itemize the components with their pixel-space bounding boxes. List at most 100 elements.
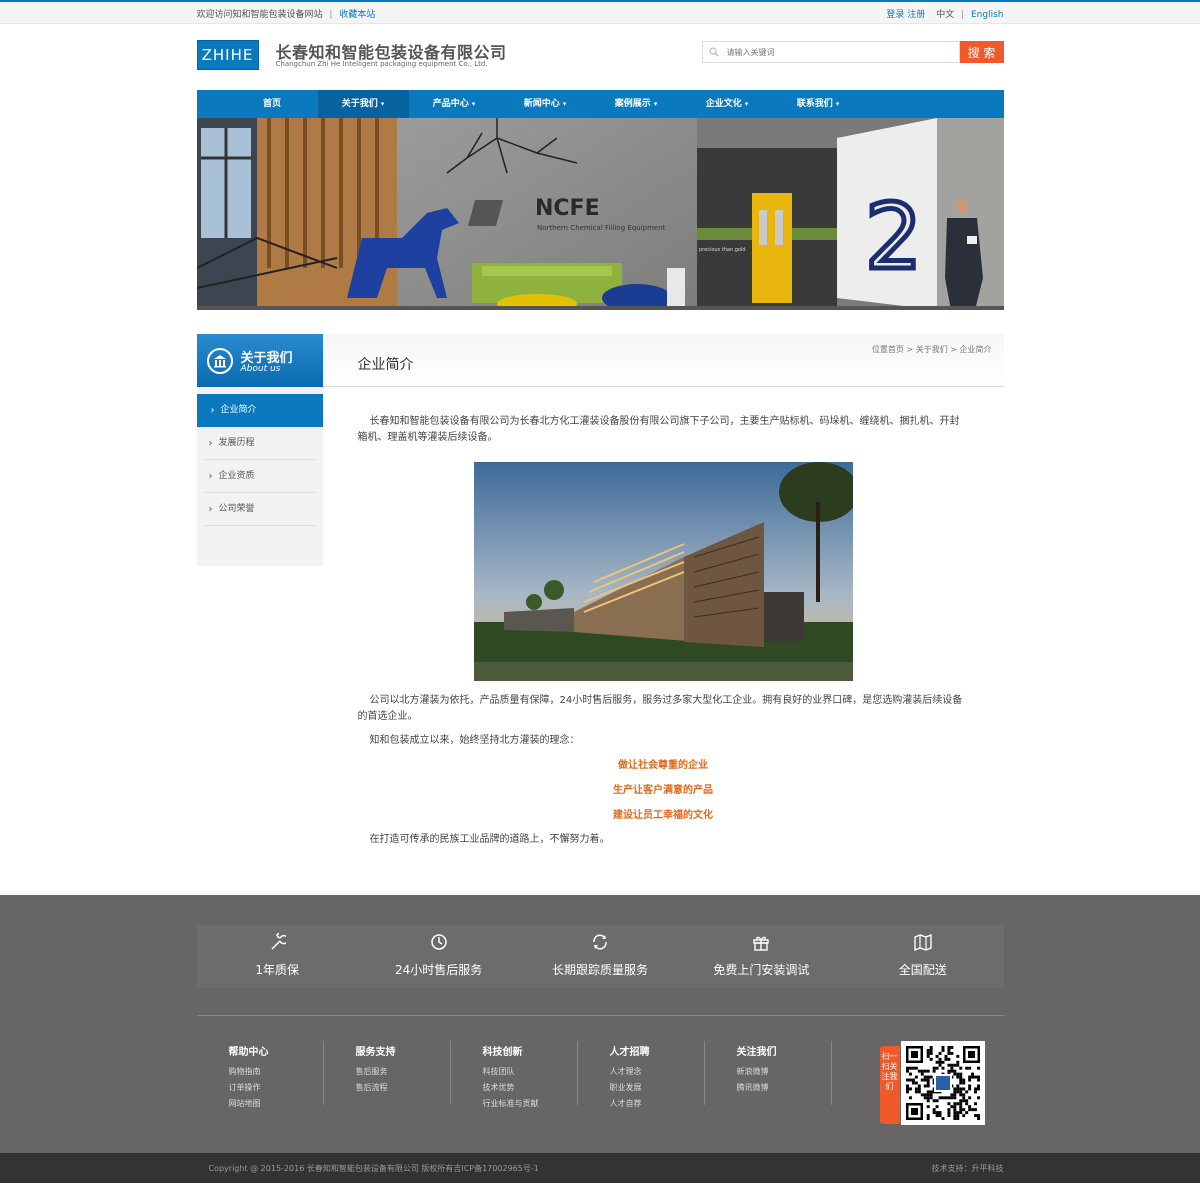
nav-item[interactable]: 案例展示 ▾ — [591, 90, 682, 118]
footer-column-title: 人才招聘 — [609, 1047, 650, 1058]
sidebar-item[interactable]: 发展历程 — [204, 427, 315, 460]
intro-paragraph: 长春知和智能包装设备有限公司为长春北方化工灌装设备股份有限公司旗下子公司，主要生… — [357, 416, 960, 443]
sidebar-menu: 企业简介发展历程企业资质公司荣誉 — [196, 394, 323, 526]
nav-item-label: 关于我们 — [341, 99, 378, 109]
wrench-icon — [271, 933, 287, 950]
footer-column-title: 服务支持 — [355, 1047, 396, 1058]
service-label: 全国配送 — [898, 963, 947, 977]
content-header: 位置首页 > 关于我们 > 企业简介 企业简介 — [322, 334, 1004, 387]
chevron-down-icon: ▾ — [471, 100, 476, 108]
register-link[interactable]: 注册 — [907, 10, 925, 20]
footer-column: 人才招聘 人才理念 职业发展 人才自荐 — [578, 1041, 705, 1108]
service-item: 1年质保 — [207, 925, 347, 988]
footer-links: 关注我们新浪微博 腾讯微博 人才招聘人才理念 职业发展 人才自荐 科技创新科技团队 技术优势… — [197, 1016, 1004, 1136]
sidebar-item[interactable]: 企业简介 — [196, 394, 323, 427]
page-title: 企业简介 — [357, 357, 414, 373]
nav-item[interactable]: 产品中心 ▾ — [409, 90, 500, 118]
login-link[interactable]: 登录 — [886, 10, 904, 20]
slogan-2: 生产让客户满意的产品 — [613, 785, 713, 796]
footer-link[interactable]: 人才自荐 — [610, 1096, 704, 1112]
logo[interactable]: ZHIHE — [196, 40, 259, 70]
lang-cn-link[interactable]: 中文 — [936, 10, 954, 20]
content-panel: 位置首页 > 关于我们 > 企业简介 企业简介 长春知和智能包装设备有限公司为长… — [322, 334, 1004, 848]
service-item: 24小时售后服务 — [369, 925, 509, 988]
footer-link[interactable]: 售后流程 — [356, 1080, 450, 1096]
quality-paragraph: 公司以北方灌装为依托，产品质量有保障，24小时售后服务，服务过多家大型化工企业。… — [357, 695, 963, 722]
separator: | — [329, 9, 333, 20]
top-bar: 欢迎访问知和智能包装设备网站 | 收藏本站 登录 注册 中文 | English — [0, 0, 1200, 24]
refresh-icon — [593, 934, 607, 950]
chevron-down-icon: ▾ — [835, 100, 840, 108]
map-icon — [914, 933, 932, 951]
footer-column-title: 关注我们 — [736, 1047, 777, 1058]
slogan-3: 建设让员工幸福的文化 — [613, 810, 713, 821]
banner-wall-number: 2 — [865, 185, 922, 290]
footer-link[interactable]: 科技团队 — [483, 1064, 577, 1080]
closing-paragraph: 在打造可传承的民族工业品牌的道路上，不懈努力着。 — [369, 834, 610, 845]
footer-link[interactable]: 购物指南 — [229, 1064, 323, 1080]
user-area: 登录 注册 中文 | English — [886, 7, 1003, 20]
footer-column: 科技创新 科技团队 技术优势 行业标准与贡献 — [451, 1041, 578, 1108]
service-label: 24小时售后服务 — [394, 963, 483, 977]
footer-link[interactable]: 网站地图 — [229, 1096, 323, 1112]
nav-item-label: 新闻中心 — [523, 99, 560, 109]
footer-link[interactable]: 新浪微博 — [737, 1064, 831, 1080]
favorite-link[interactable]: 收藏本站 — [339, 10, 375, 20]
header: ZHIHE 长春知和智能包装设备有限公司 Changchun Zhi He In… — [0, 24, 1200, 90]
service-item: 免费上门安装调试 — [691, 925, 831, 988]
nav-item-label: 首页 — [262, 99, 281, 109]
nav-item-label: 产品中心 — [432, 99, 469, 109]
footer-link[interactable]: 订单操作 — [229, 1080, 323, 1096]
nav-item[interactable]: 联系我们 ▾ — [773, 90, 864, 118]
chevron-down-icon: ▾ — [380, 100, 385, 108]
service-strip: 1年质保 24小时售后服务 长期跟踪质量服务 免费上门安装调试 全国配送 — [196, 925, 1004, 988]
footer-link[interactable]: 腾讯微博 — [737, 1080, 831, 1096]
sidebar-item[interactable]: 公司荣誉 — [204, 493, 315, 526]
welcome-area: 欢迎访问知和智能包装设备网站 | 收藏本站 — [197, 7, 376, 20]
nav-item[interactable]: 首页 — [227, 90, 318, 118]
banner-wall-text: precious than gold — [699, 247, 746, 253]
main-nav: 首页 关于我们 ▾ 产品中心 ▾ 新闻中心 ▾ 案例展示 ▾ 企业文化 ▾ 联系我们 ▾ — [196, 90, 1004, 118]
philosophy-paragraph: 知和包装成立以来，始终坚持北方灌装的理念： — [369, 735, 580, 746]
service-label: 1年质保 — [255, 963, 299, 977]
service-item: 长期跟踪质量服务 — [530, 925, 670, 988]
copyright-bar: Copyright @ 2015-2016 长春知和智能包装设备有限公司 版权所… — [0, 1153, 1200, 1183]
gift-icon — [753, 936, 770, 951]
qr-code — [900, 1041, 985, 1125]
footer-column: 服务支持售后服务 售后流程 — [324, 1041, 451, 1105]
separator: | — [961, 9, 965, 20]
search-field — [701, 41, 960, 63]
footer-column: 关注我们新浪微博 腾讯微博 — [705, 1041, 832, 1105]
tech-support-text[interactable]: 技术支持：升平科技 — [932, 1163, 1004, 1174]
banner-brand: NCFE — [535, 196, 600, 221]
footer-link[interactable]: 职业发展 — [610, 1080, 704, 1096]
nav-item-label: 联系我们 — [796, 99, 833, 109]
footer-link[interactable]: 人才理念 — [610, 1064, 704, 1080]
nav-item[interactable]: 企业文化 ▾ — [682, 90, 773, 118]
footer-column-title: 帮助中心 — [228, 1047, 269, 1058]
footer-column: 帮助中心 购物指南 订单操作 网站地图 — [197, 1041, 324, 1108]
search-bar: 搜 索 — [701, 41, 1004, 63]
lang-en-link[interactable]: English — [971, 10, 1004, 20]
search-button[interactable]: 搜 索 — [959, 41, 1004, 63]
sidebar: 关于我们 About us 企业简介发展历程企业资质公司荣誉 — [196, 334, 323, 566]
banner-image: NCFE Northern Chemical Filling Equipment… — [196, 118, 1004, 310]
banner-brand-sub: Northern Chemical Filling Equipment — [537, 224, 666, 232]
search-input[interactable] — [726, 47, 927, 57]
qr-tag: 扫一扫关注我们 — [879, 1046, 900, 1124]
footer-link[interactable]: 售后服务 — [356, 1064, 450, 1080]
footer-link[interactable]: 行业标准与贡献 — [483, 1096, 577, 1112]
service-label: 免费上门安装调试 — [713, 963, 810, 977]
nav-item[interactable]: 关于我们 ▾ — [317, 90, 409, 118]
sidebar-item[interactable]: 企业资质 — [204, 460, 315, 493]
footer-link[interactable]: 技术优势 — [483, 1080, 577, 1096]
footer-column-title: 科技创新 — [482, 1047, 523, 1058]
chevron-down-icon: ▾ — [653, 100, 658, 108]
breadcrumb[interactable]: 位置首页 > 关于我们 > 企业简介 — [872, 344, 992, 355]
service-item: 全国配送 — [853, 925, 993, 988]
clock-icon — [430, 934, 447, 950]
nav-item[interactable]: 新闻中心 ▾ — [500, 90, 591, 118]
nav-item-label: 企业文化 — [705, 99, 742, 109]
nav-item-label: 案例展示 — [614, 99, 651, 109]
service-label: 长期跟踪质量服务 — [551, 963, 648, 977]
